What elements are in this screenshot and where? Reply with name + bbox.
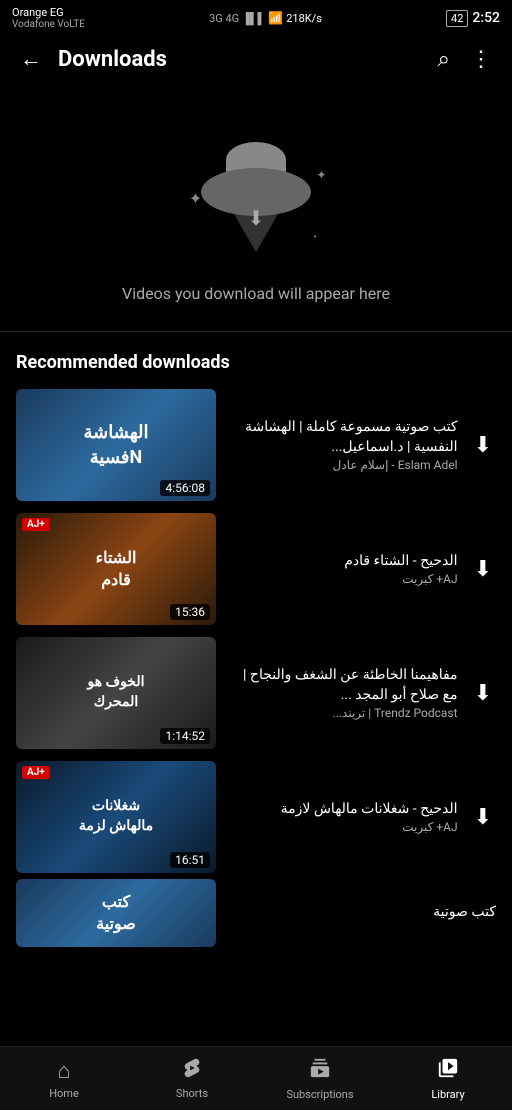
home-icon: ⌂ [57,1058,70,1084]
aj-badge-4: AJ+ [22,766,50,779]
video-info-3: مفاهيمنا الخاطئة عن الشغف والنجاح | مع ص… [228,666,458,719]
toolbar: ← Downloads ⌕ ⋮ [0,34,512,84]
duration-1: 4:56:08 [160,480,210,496]
video-list: 4:56:08 كتب صوتية مسموعة كاملة | الهشاشة… [0,383,512,947]
nav-shorts-label: Shorts [176,1087,208,1100]
duration-4: 16:51 [170,852,210,868]
video-info-2: الدحيح - الشتاء قادم AJ+ كبريت [228,552,458,586]
video-title-3: مفاهيمنا الخاطئة عن الشغف والنجاح | مع ص… [228,666,458,705]
recommended-section: Recommended downloads 4:56:08 كتب صوتية … [0,340,512,947]
page-title: Downloads [58,47,422,72]
wifi-icon: 📶 [268,11,283,25]
sparkle-3: • [313,232,316,243]
aj-badge-2: AJ+ [22,518,50,531]
speed-indicator: 218K/s [286,12,322,25]
video-item-4[interactable]: AJ+ 16:51 الدحيح - شغلانات مالهاش لازمة … [0,755,512,879]
video-info-4: الدحيح - شغلانات مالهاش لازمة AJ+ كبريت [228,800,458,834]
duration-3: 1:14:52 [160,728,210,744]
duration-2: 15:36 [170,604,210,620]
network-name: Vodafone VoLTE [12,19,85,30]
status-right: 42 2:52 [446,10,500,27]
nav-shorts[interactable]: Shorts [128,1047,256,1110]
carrier-name: Orange EG [12,6,85,19]
sparkle-2: ✦ [316,168,326,182]
video-item-1[interactable]: 4:56:08 كتب صوتية مسموعة كاملة | الهشاشة… [0,383,512,507]
video-title-2: الدحيح - الشتاء قادم [228,552,458,572]
sparkle-1: ✦ [189,189,202,208]
video-item-5[interactable]: كتب صوتية [0,879,512,947]
thumbnail-5 [16,879,216,947]
section-title: Recommended downloads [0,340,512,383]
video-channel-1: Eslam Adel - إسلام عادل [228,458,458,472]
video-info-5: كتب صوتية [228,903,496,923]
video-channel-4: AJ+ كبريت [228,820,458,834]
video-item-3[interactable]: 1:14:52 مفاهيمنا الخاطئة عن الشغف والنجا… [0,631,512,755]
video-channel-2: AJ+ كبريت [228,572,458,586]
video-info-1: كتب صوتية مسموعة كاملة | الهشاشة النفسية… [228,418,458,471]
nav-home[interactable]: ⌂ Home [0,1047,128,1110]
thumbnail-4: AJ+ 16:51 [16,761,216,873]
nav-subscriptions[interactable]: Subscriptions [256,1047,384,1110]
section-divider [0,331,512,332]
video-title-5: كتب صوتية [228,903,496,923]
video-title-4: الدحيح - شغلانات مالهاش لازمة [228,800,458,820]
battery-indicator: 42 [446,10,468,27]
bottom-nav: ⌂ Home Shorts Subscriptions Library [0,1046,512,1110]
ufo-illustration: ⬇ ✦ ✦ • [176,112,336,272]
subscriptions-icon [309,1057,331,1085]
thumbnail-2: AJ+ 15:36 [16,513,216,625]
back-button[interactable]: ← [16,42,46,76]
search-button[interactable]: ⌕ [434,42,454,76]
download-icon: ⬇ [248,206,265,230]
download-button-4[interactable]: ⬇ [470,800,496,834]
nav-library[interactable]: Library [384,1047,512,1110]
nav-home-label: Home [49,1087,79,1100]
library-icon [437,1057,459,1085]
thumbnail-1: 4:56:08 [16,389,216,501]
download-button-3[interactable]: ⬇ [470,676,496,710]
download-button-1[interactable]: ⬇ [470,428,496,462]
empty-message: Videos you download will appear here [122,284,390,303]
empty-state: ⬇ ✦ ✦ • Videos you download will appear … [0,84,512,323]
shorts-icon [181,1057,203,1084]
download-button-2[interactable]: ⬇ [470,552,496,586]
status-bar: Orange EG Vodafone VoLTE 3G 4G ▐▌▌ 📶 218… [0,0,512,34]
thumbnail-3: 1:14:52 [16,637,216,749]
video-item-2[interactable]: AJ+ 15:36 الدحيح - الشتاء قادم AJ+ كبريت… [0,507,512,631]
nav-subscriptions-label: Subscriptions [286,1088,353,1101]
video-title-1: كتب صوتية مسموعة كاملة | الهشاشة النفسية… [228,418,458,457]
more-options-button[interactable]: ⋮ [466,42,496,76]
carrier-info: Orange EG Vodafone VoLTE [12,6,85,30]
time-display: 2:52 [472,10,500,26]
nav-library-label: Library [431,1088,464,1101]
status-icons: 3G 4G ▐▌▌ 📶 218K/s [209,11,322,25]
signal-icon: 3G 4G ▐▌▌ [209,12,265,25]
video-channel-3: Trendz Podcast | تريند... [228,706,458,720]
